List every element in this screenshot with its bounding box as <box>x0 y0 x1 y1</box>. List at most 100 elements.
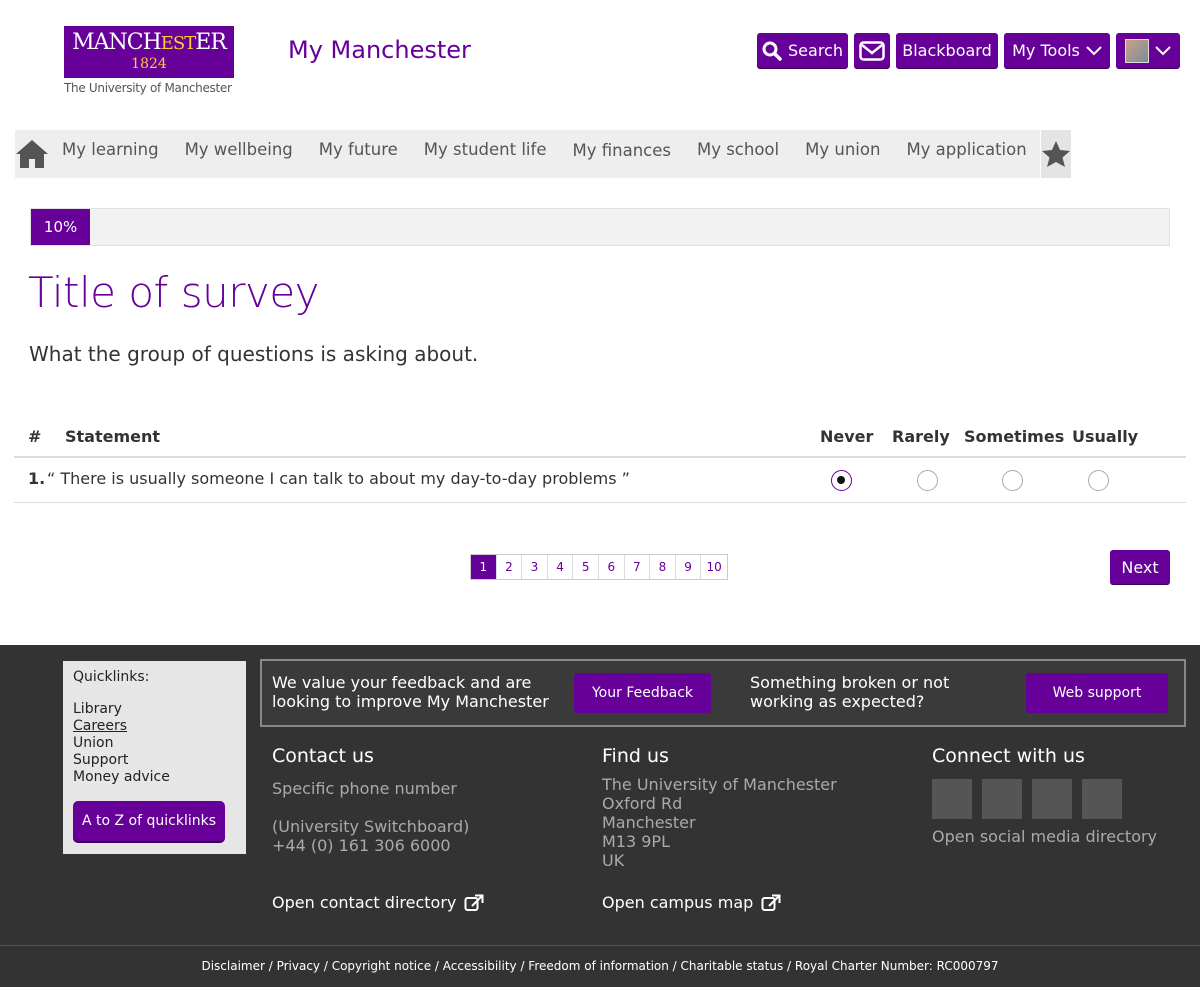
radio-usually[interactable] <box>1088 470 1109 491</box>
page-link[interactable]: 5 <box>573 555 599 579</box>
question-table: # Statement Never Rarely Sometimes Usual… <box>14 418 1186 503</box>
nav-item-student-life[interactable]: My student life <box>411 130 560 178</box>
logo-mark: MANCHESTER 1824 <box>64 26 234 78</box>
progress-fill: 10% <box>31 209 91 245</box>
radio-sometimes[interactable] <box>1002 470 1023 491</box>
radio-rarely[interactable] <box>917 470 938 491</box>
column-header-sometimes: Sometimes <box>964 427 1065 446</box>
campus-map-label: Open campus map <box>602 893 754 912</box>
address-line: Oxford Rd <box>602 794 683 813</box>
question-number: 1. <box>28 469 46 488</box>
column-header-number: # <box>28 427 42 446</box>
page-link[interactable]: 8 <box>650 555 676 579</box>
table-row: 1. “ There is usually someone I can talk… <box>14 458 1186 503</box>
quicklinks-title: Quicklinks: <box>73 669 150 685</box>
find-us-column: Find us The University of Manchester Oxf… <box>602 745 902 870</box>
quicklink-careers[interactable]: Careers <box>73 718 236 735</box>
star-icon <box>1041 141 1070 167</box>
your-feedback-button[interactable]: Your Feedback <box>574 673 711 713</box>
address-line: The University of Manchester <box>602 775 837 794</box>
social-directory-link[interactable]: Open social media directory <box>932 827 1172 846</box>
quicklink-support[interactable]: Support <box>73 752 236 769</box>
connect-title: Connect with us <box>932 745 1085 767</box>
radio-never[interactable] <box>831 470 852 491</box>
address-line: UK <box>602 851 625 870</box>
question-statement: “ There is usually someone I can talk to… <box>47 469 630 488</box>
my-tools-button[interactable]: My Tools <box>1004 33 1110 68</box>
feedback-banner: We value your feedback and are looking t… <box>260 659 1186 727</box>
contact-phone: +44 (0) 161 306 6000 <box>272 836 451 855</box>
page-link[interactable]: 3 <box>522 555 548 579</box>
find-us-title: Find us <box>602 745 669 767</box>
logo-subtitle: The University of Manchester <box>64 81 232 95</box>
survey-progress-bar: 10% <box>30 208 1170 246</box>
user-menu-button[interactable] <box>1116 33 1180 68</box>
page-link[interactable]: 10 <box>701 555 727 579</box>
broken-text: Something broken or not working as expec… <box>750 673 950 711</box>
page-link[interactable]: 6 <box>598 555 625 579</box>
campus-map-link[interactable]: Open campus map <box>602 893 781 912</box>
mail-button[interactable] <box>854 33 890 68</box>
column-header-usually: Usually <box>1072 427 1139 446</box>
page-link[interactable]: 4 <box>547 555 574 579</box>
contact-phone-label: Specific phone number <box>272 779 457 798</box>
page-title: Title of survey <box>28 268 320 317</box>
favourites-button[interactable] <box>1039 130 1071 178</box>
contact-switchboard: (University Switchboard) <box>272 817 470 836</box>
external-link-icon <box>761 894 781 911</box>
avatar <box>1125 38 1149 63</box>
nav-item-application[interactable]: My application <box>893 130 1039 178</box>
page-link[interactable]: 9 <box>675 555 702 579</box>
search-label: Search <box>788 41 843 60</box>
column-header-statement: Statement <box>65 427 161 446</box>
main-nav: My learning My wellbeing My future My st… <box>15 130 1071 178</box>
quicklink-union[interactable]: Union <box>73 735 236 752</box>
contact-title: Contact us <box>272 745 374 767</box>
contact-directory-label: Open contact directory <box>272 893 457 912</box>
page-subtitle: What the group of questions is asking ab… <box>29 342 479 366</box>
site-title[interactable]: My Manchester <box>288 36 471 64</box>
address-line: Manchester <box>602 813 696 832</box>
home-icon <box>16 140 48 168</box>
column-header-rarely: Rarely <box>892 427 950 446</box>
my-tools-label: My Tools <box>1012 41 1080 60</box>
social-icon[interactable] <box>1082 779 1122 819</box>
contact-column: Contact us Specific phone number (Univer… <box>272 745 572 855</box>
search-icon <box>762 41 782 61</box>
quicklinks-panel: Quicklinks: Library Careers Union Suppor… <box>63 661 246 854</box>
quicklink-money-advice[interactable]: Money advice <box>73 769 236 786</box>
social-icon[interactable] <box>1032 779 1072 819</box>
university-logo[interactable]: MANCHESTER 1824 The University of Manche… <box>64 26 236 95</box>
a-to-z-button[interactable]: A to Z of quicklinks <box>73 801 225 841</box>
nav-item-finances[interactable]: My finances <box>559 130 683 178</box>
page-link[interactable]: 7 <box>624 555 651 579</box>
blackboard-button[interactable]: Blackboard <box>896 33 998 68</box>
next-button[interactable]: Next <box>1110 550 1170 584</box>
site-header: MANCHESTER 1824 The University of Manche… <box>0 0 1200 130</box>
pagination: 1 2 3 4 5 6 7 8 9 10 <box>470 554 728 580</box>
chevron-down-icon <box>1086 45 1102 55</box>
contact-directory-link[interactable]: Open contact directory <box>272 893 484 912</box>
nav-item-union[interactable]: My union <box>792 130 893 178</box>
feedback-text: We value your feedback and are looking t… <box>272 673 549 711</box>
home-button[interactable] <box>15 130 49 178</box>
web-support-button[interactable]: Web support <box>1026 673 1168 713</box>
external-link-icon <box>464 894 484 911</box>
nav-item-future[interactable]: My future <box>306 130 411 178</box>
site-footer: Quicklinks: Library Careers Union Suppor… <box>0 645 1200 987</box>
social-icon[interactable] <box>982 779 1022 819</box>
page-link[interactable]: 2 <box>496 555 523 579</box>
nav-item-learning[interactable]: My learning <box>49 130 172 178</box>
nav-item-wellbeing[interactable]: My wellbeing <box>172 130 306 178</box>
social-icon[interactable] <box>932 779 972 819</box>
social-icons <box>932 779 1172 819</box>
legal-links[interactable]: Disclaimer / Privacy / Copyright notice … <box>0 945 1200 987</box>
table-header: # Statement Never Rarely Sometimes Usual… <box>14 418 1186 458</box>
quicklink-library[interactable]: Library <box>73 701 236 718</box>
search-button[interactable]: Search <box>757 33 848 68</box>
address-line: M13 9PL <box>602 832 670 851</box>
page-link[interactable]: 1 <box>471 555 497 579</box>
nav-item-school[interactable]: My school <box>684 130 792 178</box>
column-header-never: Never <box>820 427 874 446</box>
envelope-icon <box>859 40 885 61</box>
